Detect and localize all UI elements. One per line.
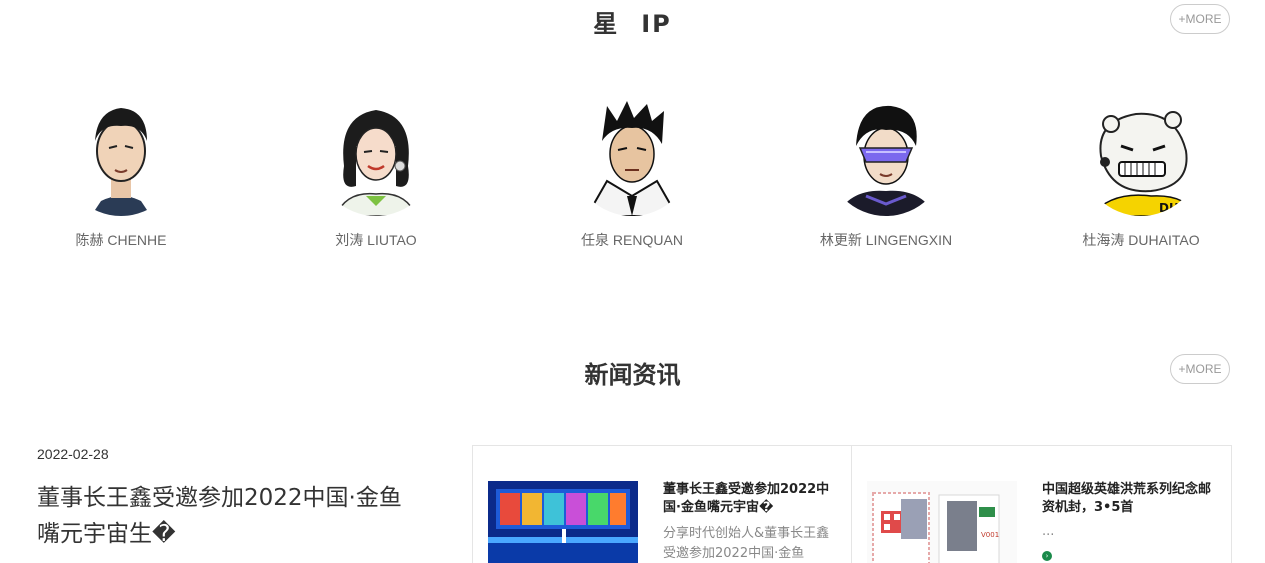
news-item-summary: ... xyxy=(1042,524,1055,539)
ip-card-renquan[interactable]: 任泉 RENQUAN xyxy=(532,96,732,250)
news-list-item[interactable]: 董事长王鑫受邀参加2022中国·金鱼嘴元宇宙� 分享时代创始人&董事长王鑫受邀参… xyxy=(473,446,851,563)
feature-news[interactable]: 2022-02-28 董事长王鑫受邀参加2022中国·金鱼嘴元宇宙生� xyxy=(37,446,437,552)
liutao-portrait-icon xyxy=(316,96,436,216)
ip-card-chenhe[interactable]: 陈赫 CHENHE xyxy=(21,96,221,250)
ip-name-chenhe: 陈赫 CHENHE xyxy=(75,232,167,248)
ip-card-row: 陈赫 CHENHE 刘涛 LIUTAO 任泉 RENQUAN 林更新 LINGE… xyxy=(0,96,1265,276)
ip-name-lingengxin: 林更新 LINGENGXIN xyxy=(819,232,953,248)
news-item-title[interactable]: 中国超级英雄洪荒系列纪念邮资机封，3•5首 xyxy=(1042,481,1214,517)
renquan-portrait-icon xyxy=(572,96,692,216)
svg-text:V001: V001 xyxy=(981,531,999,539)
postal-cover-stamp-thumbnail: V001 xyxy=(867,481,1017,563)
ip-name-renquan: 任泉 RENQUAN xyxy=(581,232,683,248)
ip-card-lingengxin[interactable]: 林更新 LINGENGXIN xyxy=(786,96,986,250)
chenhe-portrait-icon xyxy=(61,96,181,216)
conference-stage-thumbnail xyxy=(488,481,638,563)
ip-title-left: 星 xyxy=(593,10,620,38)
ip-section-title: 星 IP xyxy=(0,4,1265,39)
ip-name-liutao: 刘涛 LIUTAO xyxy=(335,232,417,248)
ip-card-liutao[interactable]: 刘涛 LIUTAO xyxy=(276,96,476,250)
lingengxin-portrait-icon xyxy=(826,96,946,216)
ip-title-right: IP xyxy=(641,10,672,38)
svg-text:DUN: DUN xyxy=(1159,201,1189,215)
news-more-button[interactable]: +MORE xyxy=(1170,354,1230,384)
news-section-title: 新闻资讯 xyxy=(584,361,681,389)
news-item-title[interactable]: 董事长王鑫受邀参加2022中国·金鱼嘴元宇宙� xyxy=(663,481,835,517)
ip-name-duhaitao: 杜海涛 DUHAITAO xyxy=(1082,232,1200,248)
news-item-summary: 分享时代创始人&董事长王鑫受邀参加2022中国·金鱼 xyxy=(663,526,830,561)
feature-news-headline[interactable]: 董事长王鑫受邀参加2022中国·金鱼嘴元宇宙生� xyxy=(37,480,417,552)
news-list-item[interactable]: V001 中国超级英雄洪荒系列纪念邮资机封，3•5首 ... › xyxy=(852,446,1230,563)
feature-news-date: 2022-02-28 xyxy=(37,446,109,462)
chevron-right-icon[interactable]: › xyxy=(1042,551,1052,561)
duhaitao-bear-portrait-icon: DUN xyxy=(1081,96,1201,216)
news-list-panel: 董事长王鑫受邀参加2022中国·金鱼嘴元宇宙� 分享时代创始人&董事长王鑫受邀参… xyxy=(472,445,1232,563)
ip-card-duhaitao[interactable]: DUN 杜海涛 DUHAITAO xyxy=(1041,96,1241,250)
ip-more-button[interactable]: +MORE xyxy=(1170,4,1230,34)
